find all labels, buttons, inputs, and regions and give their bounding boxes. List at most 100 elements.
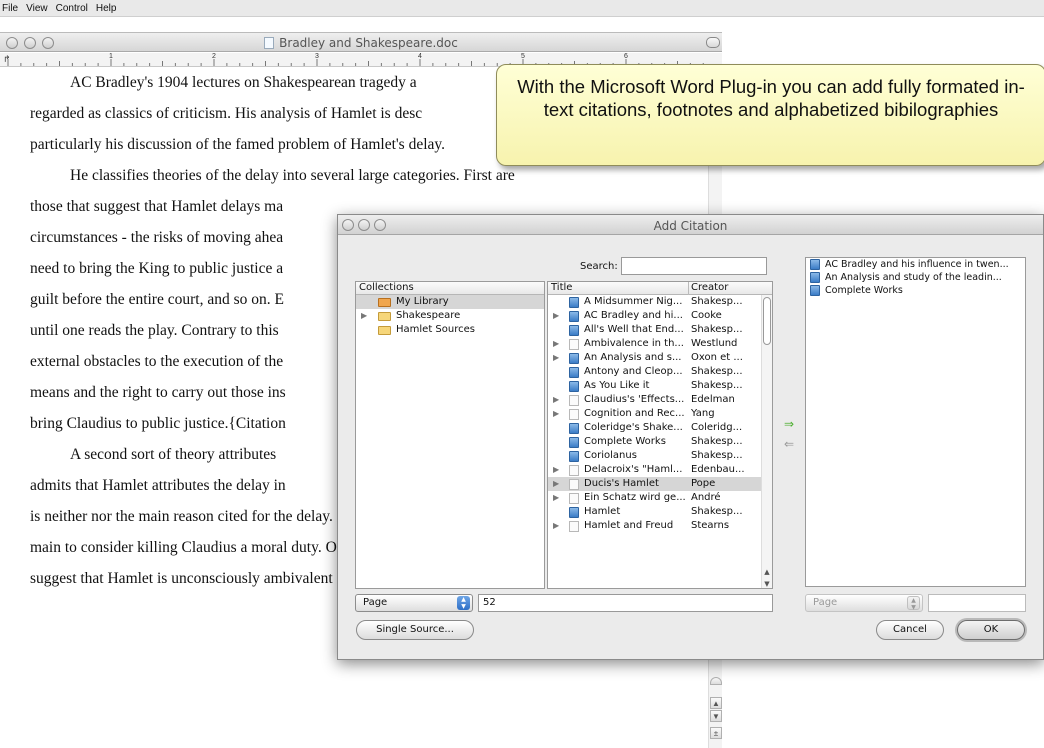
item-creator: Cooke xyxy=(691,310,722,321)
collections-list: My Library ▶ Shakespeare Hamlet Sources xyxy=(356,295,544,337)
items-list: A Midsummer Nig... Shakesp... ▶ AC Bradley … xyxy=(548,295,772,533)
item-creator: Shakesp... xyxy=(691,380,743,391)
selected-citation-title: AC Bradley and his influence in twen... xyxy=(825,259,1009,270)
collection-label: Hamlet Sources xyxy=(396,324,475,335)
menu-control[interactable]: Control xyxy=(56,3,88,14)
disclosure-triangle-icon[interactable]: ▶ xyxy=(361,309,367,323)
popup-arrows-icon: ▲ ▼ xyxy=(457,596,470,610)
item-row[interactable]: ▶ Ambivalence in th... Westlund xyxy=(548,337,772,351)
collection-item[interactable]: Hamlet Sources xyxy=(356,323,544,337)
locator-type-popup[interactable]: Page ▲ ▼ xyxy=(355,594,473,612)
disclosure-triangle-icon[interactable]: ▶ xyxy=(553,337,559,351)
single-source-button[interactable]: Single Source... xyxy=(356,620,474,640)
item-row[interactable]: Coriolanus Shakesp... xyxy=(548,449,772,463)
book-icon xyxy=(569,507,579,518)
collection-item[interactable]: ▶ Shakespeare xyxy=(356,309,544,323)
item-creator: André xyxy=(691,492,721,503)
disclosure-triangle-icon[interactable]: ▶ xyxy=(553,351,559,365)
callout-tooltip: With the Microsoft Word Plug-in you can … xyxy=(496,64,1044,166)
items-scrollbar[interactable]: ▲ ▼ xyxy=(761,295,772,588)
folder-icon xyxy=(378,298,391,307)
item-row[interactable]: ▶ Claudius's 'Effects... Edelman xyxy=(548,393,772,407)
selected-citation-item[interactable]: Complete Works xyxy=(806,284,1025,297)
folder-icon xyxy=(378,312,391,321)
items-scroll-down[interactable]: ▼ xyxy=(762,580,772,588)
item-row[interactable]: All's Well that End... Shakesp... xyxy=(548,323,772,337)
items-scroll-thumb[interactable] xyxy=(763,297,771,345)
item-title: An Analysis and s... xyxy=(584,352,682,363)
disclosure-triangle-icon[interactable]: ▶ xyxy=(553,309,559,323)
document-icon xyxy=(569,493,579,504)
book-icon xyxy=(569,451,579,462)
item-row[interactable]: ▶ Hamlet and Freud Stearns xyxy=(548,519,772,533)
item-creator: Shakesp... xyxy=(691,436,743,447)
right-locator-type-popup[interactable]: Page ▲ ▼ xyxy=(805,594,923,612)
item-title: Ein Schatz wird ge... xyxy=(584,492,686,503)
disclosure-triangle-icon[interactable]: ▶ xyxy=(553,477,559,491)
selected-citation-item[interactable]: AC Bradley and his influence in twen... xyxy=(806,258,1025,271)
document-icon xyxy=(569,339,579,350)
item-row[interactable]: ▶ Ducis's Hamlet Pope xyxy=(548,477,772,491)
collection-label: My Library xyxy=(396,296,449,307)
collection-item[interactable]: My Library xyxy=(356,295,544,309)
scroll-up-arrow[interactable]: ▲ xyxy=(710,697,722,709)
item-row[interactable]: ▶ AC Bradley and hi... Cooke xyxy=(548,309,772,323)
creator-column-header[interactable]: Creator xyxy=(691,282,728,294)
menu-view[interactable]: View xyxy=(26,3,48,14)
item-row[interactable]: ▶ Ein Schatz wird ge... André xyxy=(548,491,772,505)
arrow-left-icon[interactable]: ⇐ xyxy=(784,437,794,451)
document-icon xyxy=(569,395,579,406)
item-row[interactable]: ▶ An Analysis and s... Oxon et ... xyxy=(548,351,772,365)
cancel-button[interactable]: Cancel xyxy=(876,620,944,640)
item-title: Cognition and Rec... xyxy=(584,408,685,419)
item-row[interactable]: A Midsummer Nig... Shakesp... xyxy=(548,295,772,309)
menu-help[interactable]: Help xyxy=(96,3,117,14)
page-nav-icon[interactable]: ± xyxy=(710,727,722,739)
title-column-header[interactable]: Title xyxy=(551,282,572,294)
selected-citations-list: AC Bradley and his influence in twen... A… xyxy=(806,258,1025,297)
disclosure-triangle-icon[interactable]: ▶ xyxy=(553,519,559,533)
book-icon xyxy=(569,381,579,392)
document-icon xyxy=(264,37,275,49)
book-icon xyxy=(810,285,820,296)
document-icon xyxy=(569,521,579,532)
disclosure-triangle-icon[interactable]: ▶ xyxy=(553,407,559,421)
item-row[interactable]: As You Like it Shakesp... xyxy=(548,379,772,393)
document-titlebar[interactable]: Bradley and Shakespeare.doc xyxy=(0,32,722,52)
document-title-text: Bradley and Shakespeare.doc xyxy=(279,36,458,50)
menu-bar: File View Control Help xyxy=(0,0,1044,17)
item-title: Ambivalence in th... xyxy=(584,338,684,349)
item-creator: Coleridg... xyxy=(691,422,743,433)
item-creator: Shakesp... xyxy=(691,506,743,517)
book-icon xyxy=(569,311,579,322)
scroll-down-arrow[interactable]: ▼ xyxy=(710,710,722,722)
dialog-titlebar[interactable]: Add Citation xyxy=(338,215,1043,235)
item-row[interactable]: ▶ Cognition and Rec... Yang xyxy=(548,407,772,421)
item-row[interactable]: Antony and Cleop... Shakesp... xyxy=(548,365,772,379)
item-creator: Oxon et ... xyxy=(691,352,743,363)
selected-citation-item[interactable]: An Analysis and study of the leadin... xyxy=(806,271,1025,284)
toolbar-toggle-button[interactable] xyxy=(706,37,720,48)
search-input[interactable] xyxy=(621,257,767,275)
collections-header[interactable]: Collections xyxy=(356,282,544,295)
item-row[interactable]: Coleridge's Shake... Coleridg... xyxy=(548,421,772,435)
book-icon xyxy=(569,437,579,448)
item-row[interactable]: Complete Works Shakesp... xyxy=(548,435,772,449)
items-scroll-up[interactable]: ▲ xyxy=(762,568,772,576)
items-header: Title Creator xyxy=(548,282,772,295)
ruler-number: 5 xyxy=(521,53,525,60)
item-row[interactable]: Hamlet Shakesp... xyxy=(548,505,772,519)
item-row[interactable]: ▶ Delacroix's "Haml... Edenbau... xyxy=(548,463,772,477)
item-title: All's Well that End... xyxy=(584,324,684,335)
locator-value-field[interactable]: 52 xyxy=(478,594,773,612)
disclosure-triangle-icon[interactable]: ▶ xyxy=(553,393,559,407)
disclosure-triangle-icon[interactable]: ▶ xyxy=(553,463,559,477)
item-creator: Westlund xyxy=(691,338,738,349)
menu-file[interactable]: File xyxy=(2,3,18,14)
ruler-number: 1 xyxy=(109,53,113,60)
tab-stop-icon[interactable]: ↱ xyxy=(3,54,11,65)
arrow-right-icon[interactable]: ⇒ xyxy=(784,417,794,431)
right-locator-value-field[interactable] xyxy=(928,594,1026,612)
disclosure-triangle-icon[interactable]: ▶ xyxy=(553,491,559,505)
ok-button[interactable]: OK xyxy=(957,620,1025,640)
